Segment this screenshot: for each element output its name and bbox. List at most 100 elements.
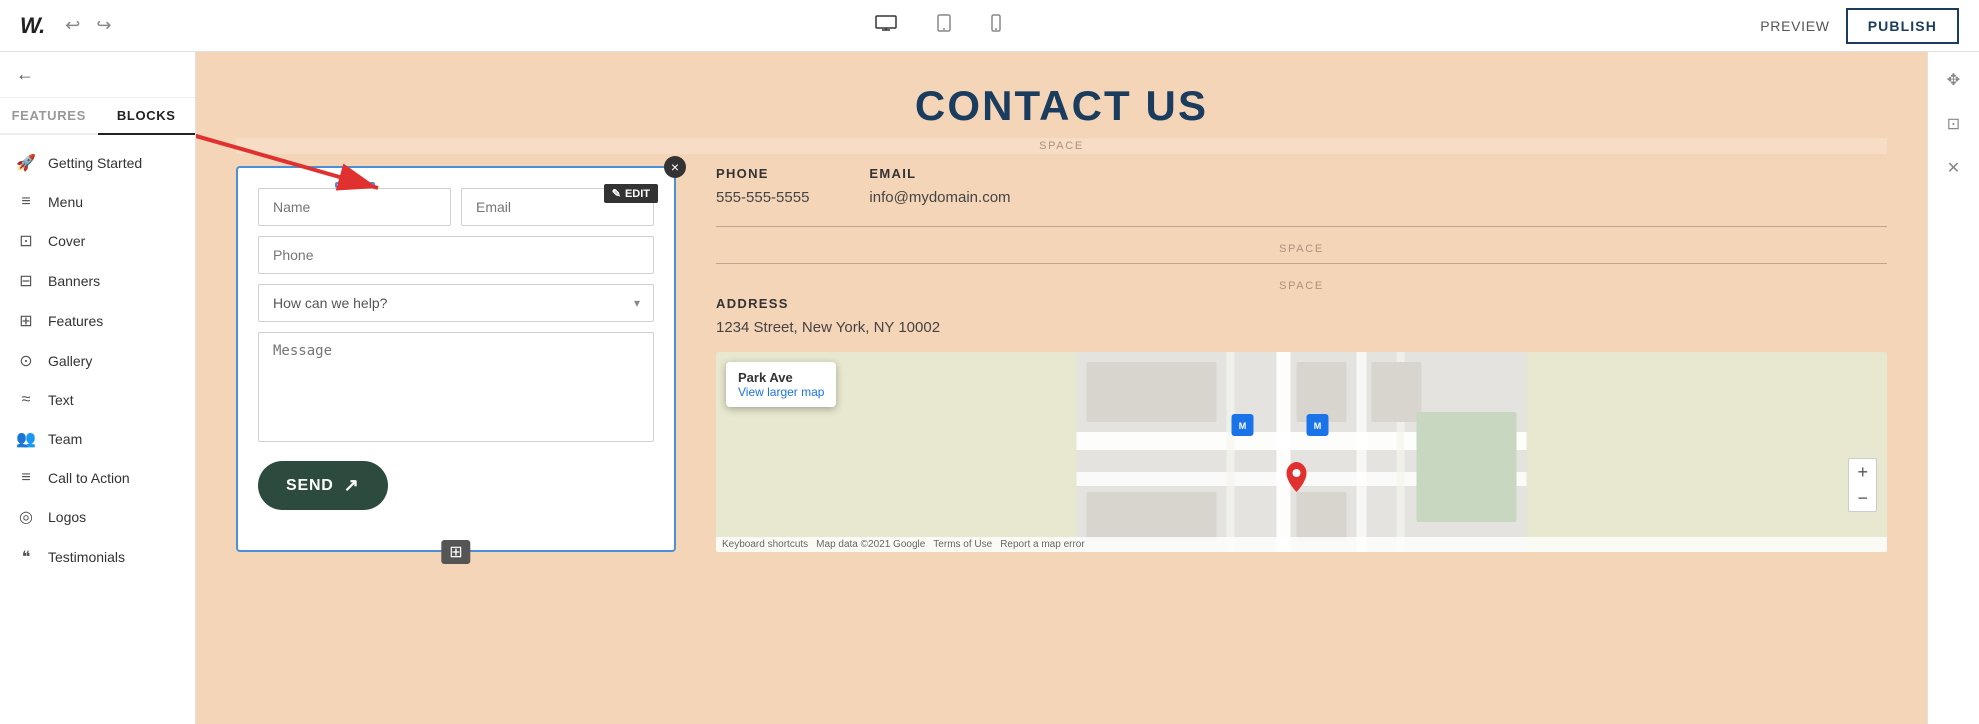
cover-icon: ⊡ bbox=[16, 231, 36, 251]
email-value: info@mydomain.com bbox=[869, 189, 1010, 206]
contact-content: × ✎ EDIT bbox=[236, 166, 1887, 552]
cta-icon: ≡ bbox=[16, 469, 36, 487]
map-placeholder: M M Park Ave View larger map bbox=[716, 352, 1887, 552]
svg-text:M: M bbox=[1314, 421, 1322, 431]
sidebar-item-label: Menu bbox=[48, 194, 83, 210]
menu-icon: ≡ bbox=[16, 193, 36, 211]
message-textarea[interactable] bbox=[258, 332, 654, 442]
space-label-mid1: SPACE bbox=[716, 243, 1887, 255]
edit-badge[interactable]: ✎ EDIT bbox=[604, 184, 658, 203]
sidebar-item-gallery[interactable]: ⊙ Gallery bbox=[0, 341, 195, 381]
email-field-wrapper: ✎ EDIT bbox=[461, 188, 654, 226]
close-button[interactable]: ✕ bbox=[1937, 148, 1970, 188]
name-field-wrapper bbox=[258, 188, 451, 226]
send-button[interactable]: SEND ↗ bbox=[258, 461, 388, 510]
phone-email-row: PHONE 555-555-5555 EMAIL info@mydomain.c… bbox=[716, 166, 1887, 206]
rocket-icon: 🚀 bbox=[16, 153, 36, 173]
logos-icon: ◎ bbox=[16, 507, 36, 527]
space-label-top: SPACE bbox=[236, 138, 1887, 154]
sidebar-item-cover[interactable]: ⊡ Cover bbox=[0, 221, 195, 261]
phone-row bbox=[258, 236, 654, 274]
sidebar-item-label: Cover bbox=[48, 233, 85, 249]
redo-button[interactable]: ↪ bbox=[92, 11, 115, 40]
canvas-area: CONTACT US SPACE bbox=[196, 52, 1927, 724]
form-close-button[interactable]: × bbox=[664, 156, 686, 178]
sidebar-item-banners[interactable]: ⊟ Banners bbox=[0, 261, 195, 301]
map-popup-title: Park Ave bbox=[738, 370, 824, 385]
map-data-credit: Map data ©2021 Google bbox=[816, 539, 925, 550]
form-top-row: ✎ EDIT bbox=[258, 188, 654, 226]
space-label-mid2: SPACE bbox=[716, 280, 1887, 292]
tab-features[interactable]: FEATURES bbox=[0, 98, 98, 133]
back-icon: ← bbox=[16, 64, 34, 85]
send-arrow-icon: ↗ bbox=[344, 475, 360, 496]
name-input[interactable] bbox=[258, 188, 451, 226]
info-divider-1 bbox=[716, 226, 1887, 227]
right-panel: ✥ ⊡ ✕ bbox=[1927, 52, 1979, 724]
map-keyboard-shortcuts: Keyboard shortcuts bbox=[722, 539, 808, 550]
back-button[interactable]: ← bbox=[0, 52, 195, 98]
team-icon: 👥 bbox=[16, 429, 36, 449]
sidebar-item-team[interactable]: 👥 Team bbox=[0, 419, 195, 459]
sidebar-item-testimonials[interactable]: ❝ Testimonials bbox=[0, 537, 195, 577]
preview-button[interactable]: PREVIEW bbox=[1760, 18, 1829, 34]
sidebar-items: 🚀 Getting Started ≡ Menu ⊡ Cover ⊟ Banne… bbox=[0, 135, 195, 585]
phone-value: 555-555-5555 bbox=[716, 189, 809, 206]
sidebar-tabs: FEATURES BLOCKS bbox=[0, 98, 195, 135]
sidebar-item-label: Logos bbox=[48, 509, 86, 525]
contact-us-section: CONTACT US SPACE bbox=[196, 52, 1927, 612]
help-row: How can we help? ▾ bbox=[258, 284, 654, 322]
zoom-out-button[interactable]: − bbox=[1849, 485, 1876, 511]
sidebar-item-label: Features bbox=[48, 313, 103, 329]
resize-button[interactable]: ⊡ bbox=[1937, 104, 1970, 144]
sidebar-item-features[interactable]: ⊞ Features bbox=[0, 301, 195, 341]
sidebar-item-label: Gallery bbox=[48, 353, 92, 369]
tablet-view-button[interactable] bbox=[929, 10, 959, 41]
phone-col: PHONE 555-555-5555 bbox=[716, 166, 809, 206]
address-label: ADDRESS bbox=[716, 296, 1887, 311]
phone-input[interactable] bbox=[258, 236, 654, 274]
sidebar-item-menu[interactable]: ≡ Menu bbox=[0, 183, 195, 221]
page-wrapper: CONTACT US SPACE bbox=[196, 52, 1927, 724]
banners-icon: ⊟ bbox=[16, 271, 36, 291]
sidebar-item-label: Getting Started bbox=[48, 155, 142, 171]
contact-form: × ✎ EDIT bbox=[236, 166, 676, 552]
map-zoom-controls: + − bbox=[1848, 458, 1877, 512]
sidebar-item-text[interactable]: ≈ Text bbox=[0, 381, 195, 419]
tab-blocks[interactable]: BLOCKS bbox=[98, 98, 196, 135]
mobile-view-button[interactable] bbox=[983, 10, 1009, 41]
topbar-right: PREVIEW PUBLISH bbox=[1760, 8, 1959, 44]
undo-redo-group: ↩ ↪ bbox=[61, 11, 115, 40]
publish-button[interactable]: PUBLISH bbox=[1846, 8, 1959, 44]
send-label: SEND bbox=[286, 477, 334, 495]
email-label: EMAIL bbox=[869, 166, 1010, 181]
zoom-in-button[interactable]: + bbox=[1849, 459, 1876, 485]
info-divider-2 bbox=[716, 263, 1887, 264]
map-report[interactable]: Report a map error bbox=[1000, 539, 1084, 550]
move-button[interactable]: ✥ bbox=[1937, 60, 1970, 100]
message-row bbox=[258, 332, 654, 447]
undo-button[interactable]: ↩ bbox=[61, 11, 84, 40]
svg-text:M: M bbox=[1239, 421, 1247, 431]
sidebar-item-label: Testimonials bbox=[48, 549, 125, 565]
map-terms[interactable]: Terms of Use bbox=[933, 539, 992, 550]
help-select[interactable]: How can we help? bbox=[258, 284, 654, 322]
sidebar-item-label: Text bbox=[48, 392, 74, 408]
form-bottom-handle[interactable]: ⊞ bbox=[441, 540, 470, 564]
topbar-left: W. ↩ ↪ bbox=[20, 11, 115, 40]
main-layout: ← FEATURES BLOCKS 🚀 Getting Started ≡ Me… bbox=[0, 52, 1979, 724]
contact-info: PHONE 555-555-5555 EMAIL info@mydomain.c… bbox=[716, 166, 1887, 552]
text-icon: ≈ bbox=[16, 391, 36, 409]
sidebar-item-getting-started[interactable]: 🚀 Getting Started bbox=[0, 143, 195, 183]
topbar: W. ↩ ↪ PREVIEW PUBLISH bbox=[0, 0, 1979, 52]
features-icon: ⊞ bbox=[16, 311, 36, 331]
sidebar-item-call-to-action[interactable]: ≡ Call to Action bbox=[0, 459, 195, 497]
app-logo: W. bbox=[20, 13, 45, 39]
map-popup-link[interactable]: View larger map bbox=[738, 385, 824, 399]
desktop-view-button[interactable] bbox=[867, 11, 905, 40]
sidebar-item-label: Team bbox=[48, 431, 82, 447]
sidebar: ← FEATURES BLOCKS 🚀 Getting Started ≡ Me… bbox=[0, 52, 196, 724]
sidebar-item-logos[interactable]: ◎ Logos bbox=[0, 497, 195, 537]
map-popup: Park Ave View larger map bbox=[726, 362, 836, 407]
email-col: EMAIL info@mydomain.com bbox=[869, 166, 1010, 206]
